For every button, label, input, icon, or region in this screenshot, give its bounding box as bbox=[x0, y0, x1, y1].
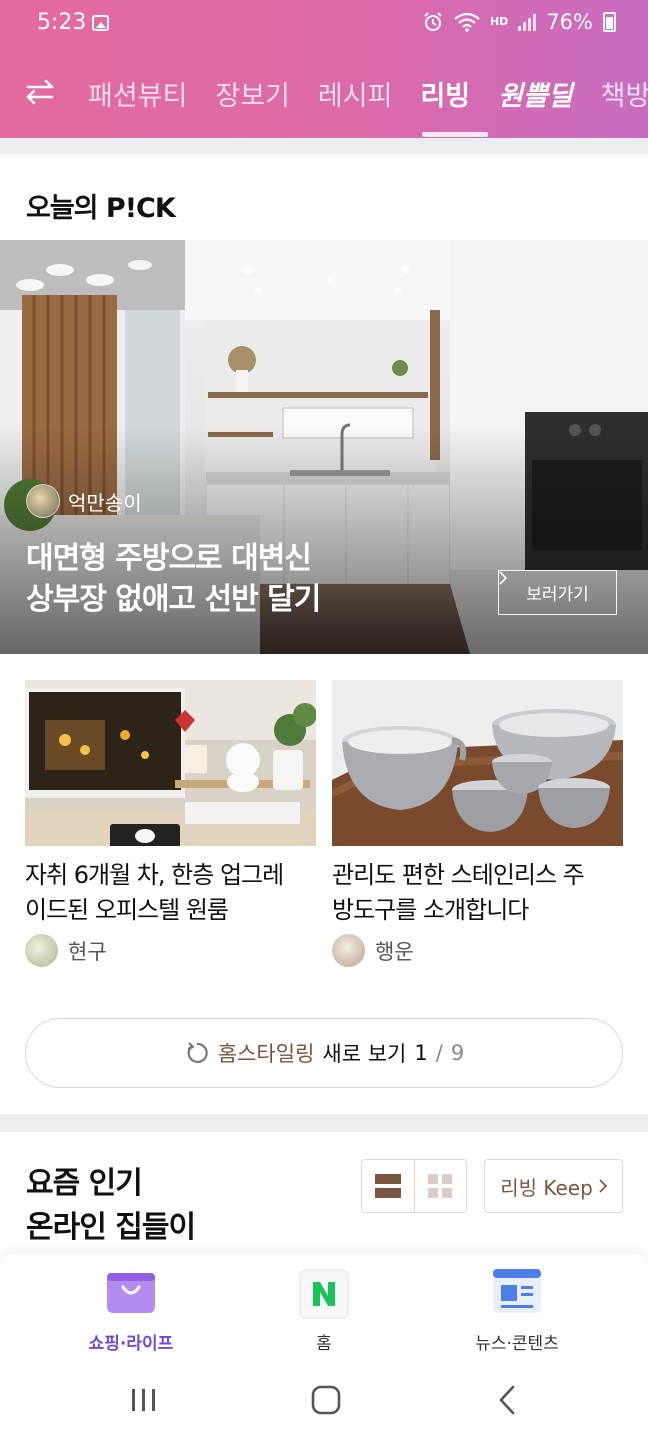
refresh-button[interactable]: 홈스타일링 새로 보기 1 / 9 bbox=[25, 1018, 623, 1088]
stainless-bowls-image bbox=[332, 680, 623, 846]
active-tab-indicator bbox=[422, 132, 488, 137]
signal-icon bbox=[518, 13, 537, 31]
article-title-line2: 방도구를 소개합니다 bbox=[332, 896, 529, 924]
home-icon[interactable] bbox=[311, 1385, 341, 1415]
popular-title-line1: 요즘 인기 bbox=[26, 1166, 143, 1201]
living-keep-label: 리빙 Keep bbox=[500, 1175, 593, 1200]
avatar bbox=[26, 484, 60, 518]
refresh-page: 1 bbox=[414, 1041, 428, 1065]
recents-icon[interactable] bbox=[130, 1387, 158, 1413]
article-title-line1: 관리도 편한 스테인리스 주 bbox=[332, 861, 585, 889]
hero-headline-line2: 상부장 없애고 선반 달기 bbox=[26, 582, 321, 617]
bottom-nav-shopping-life[interactable]: 쇼핑·라이프 bbox=[51, 1269, 211, 1354]
living-keep-button[interactable]: 리빙 Keep bbox=[484, 1159, 623, 1213]
list-view-icon bbox=[374, 1174, 401, 1198]
status-bar: 5:23 HD 76% bbox=[0, 0, 648, 48]
tab-fashion-beauty[interactable]: 패션뷰티 bbox=[88, 74, 187, 113]
article-author[interactable]: 행운 bbox=[332, 934, 623, 967]
hero-author-name: 억만송이 bbox=[68, 490, 142, 515]
hero-headline-line1: 대면형 주방으로 대변신 bbox=[26, 541, 312, 576]
popular-title-line2: 온라인 집들이 bbox=[26, 1210, 196, 1245]
refresh-icon bbox=[187, 1042, 208, 1064]
tab-bookstore[interactable]: 책방 bbox=[601, 74, 648, 113]
refresh-separator: / bbox=[435, 1041, 443, 1065]
desk-photo-image bbox=[25, 680, 316, 846]
view-toggle bbox=[361, 1159, 467, 1213]
refresh-action: 새로 보기 bbox=[322, 1042, 407, 1066]
system-nav-bar bbox=[0, 1360, 648, 1440]
battery-icon bbox=[603, 12, 616, 32]
article-author-name: 현구 bbox=[68, 939, 107, 964]
top-header: 5:23 HD 76% 패션뷰티 장보기 레시피 리빙 원쁠딜 책방 bbox=[0, 0, 648, 138]
hd-voice-label: HD bbox=[489, 15, 509, 28]
article-author[interactable]: 현구 bbox=[25, 934, 316, 967]
section-divider bbox=[0, 138, 648, 154]
swap-arrows-icon[interactable] bbox=[24, 77, 56, 107]
section-title-popular: 요즘 인기 온라인 집들이 bbox=[26, 1162, 196, 1250]
shopping-bag-icon bbox=[107, 1273, 155, 1313]
battery-percent: 76% bbox=[546, 10, 593, 34]
article-card-2[interactable]: 관리도 편한 스테인리스 주 방도구를 소개합니다 행운 bbox=[332, 680, 623, 967]
section-title-today-pick: 오늘의 P!CK bbox=[26, 193, 176, 224]
gallery-icon bbox=[92, 15, 109, 31]
tab-recipe[interactable]: 레시피 bbox=[318, 74, 393, 113]
grid-view-button[interactable] bbox=[413, 1160, 467, 1212]
list-view-button[interactable] bbox=[362, 1160, 414, 1212]
hero-go-button[interactable]: 보러가기 bbox=[498, 570, 617, 615]
hero-headline[interactable]: 대면형 주방으로 대변신 상부장 없애고 선반 달기 bbox=[26, 538, 321, 620]
article-title[interactable]: 관리도 편한 스테인리스 주 방도구를 소개합니다 bbox=[332, 858, 623, 928]
naver-n-icon bbox=[299, 1269, 349, 1319]
article-card-1[interactable]: 자취 6개월 차, 한층 업그레 이드된 오피스텔 원룸 현구 bbox=[25, 680, 316, 967]
news-icon bbox=[493, 1269, 541, 1313]
bottom-nav-label: 홈 bbox=[316, 1334, 332, 1354]
avatar bbox=[332, 934, 365, 967]
category-tabs: 패션뷰티 장보기 레시피 리빙 원쁠딜 책방 bbox=[88, 74, 648, 113]
section-divider bbox=[0, 1114, 648, 1132]
bottom-nav-home[interactable]: 홈 bbox=[244, 1269, 404, 1354]
wifi-icon bbox=[454, 12, 480, 32]
alarm-icon bbox=[424, 12, 442, 31]
hero-go-label: 보러가기 bbox=[526, 585, 589, 605]
avatar bbox=[25, 934, 58, 967]
article-thumbnail bbox=[25, 680, 316, 846]
hero-author[interactable]: 억만송이 bbox=[26, 484, 142, 518]
chevron-right-icon bbox=[499, 571, 507, 585]
article-thumbnail bbox=[332, 680, 623, 846]
status-icons: HD 76% bbox=[422, 10, 616, 34]
tab-grocery[interactable]: 장보기 bbox=[215, 74, 290, 113]
tab-living[interactable]: 리빙 bbox=[420, 74, 470, 113]
article-title-line2: 이드된 오피스텔 원룸 bbox=[25, 896, 229, 924]
refresh-total: 9 bbox=[450, 1041, 465, 1065]
article-author-name: 행운 bbox=[375, 939, 414, 964]
category-nav: 패션뷰티 장보기 레시피 리빙 원쁠딜 책방 bbox=[0, 60, 648, 138]
status-time: 5:23 bbox=[37, 10, 87, 35]
article-title-line1: 자취 6개월 차, 한층 업그레 bbox=[25, 861, 284, 889]
bottom-nav-label: 뉴스·콘텐츠 bbox=[475, 1334, 559, 1354]
grid-view-icon bbox=[428, 1174, 453, 1198]
hero-banner[interactable]: 억만송이 대면형 주방으로 대변신 상부장 없애고 선반 달기 보러가기 bbox=[0, 240, 648, 654]
tab-one-plus-deal[interactable]: 원쁠딜 bbox=[498, 74, 573, 113]
back-icon[interactable] bbox=[497, 1385, 517, 1415]
bottom-nav-label: 쇼핑·라이프 bbox=[88, 1334, 174, 1354]
article-title[interactable]: 자취 6개월 차, 한층 업그레 이드된 오피스텔 원룸 bbox=[25, 858, 316, 928]
bottom-nav-news-contents[interactable]: 뉴스·콘텐츠 bbox=[437, 1269, 597, 1354]
bottom-nav: 쇼핑·라이프 홈 뉴스·콘텐츠 bbox=[0, 1252, 648, 1360]
refresh-category: 홈스타일링 bbox=[217, 1042, 315, 1066]
chevron-right-icon bbox=[599, 1179, 607, 1193]
